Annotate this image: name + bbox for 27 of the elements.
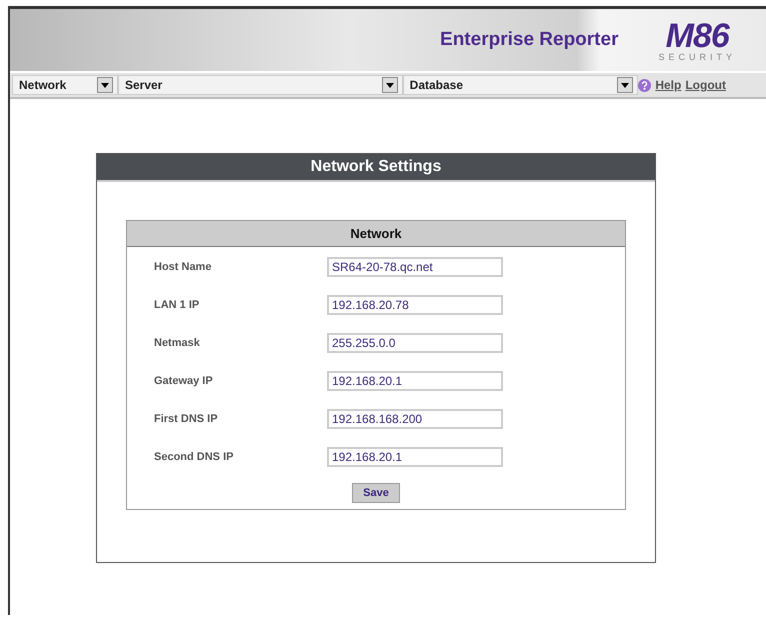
field-label: Host Name — [154, 261, 212, 273]
field-label: LAN 1 IP — [154, 299, 200, 311]
nav-link[interactable]: Help — [655, 78, 682, 92]
input-field[interactable]: 255.255.0.0 — [327, 333, 503, 353]
field-label: Second DNS IP — [154, 451, 234, 463]
field-label: First DNS IP — [154, 413, 219, 425]
input-field[interactable]: 192.168.20.1 — [327, 447, 503, 467]
input-field[interactable]: SR64-20-78.qc.net — [327, 257, 503, 277]
input-field[interactable]: 192.168.20.1 — [327, 371, 503, 391]
menu-select[interactable]: Network — [12, 75, 118, 95]
caret-icon[interactable] — [617, 77, 634, 93]
help-icon — [638, 78, 652, 92]
product-title: Enterprise Reporter — [440, 29, 618, 51]
save-button[interactable]: Save — [352, 483, 400, 503]
input-field[interactable]: 192.168.168.200 — [327, 409, 503, 429]
nav-link[interactable]: Logout — [685, 78, 726, 92]
input-field[interactable]: 192.168.20.78 — [327, 295, 503, 315]
caret-icon[interactable] — [96, 77, 113, 93]
panel-title: Network Settings — [97, 154, 655, 182]
logo-mark: M86 — [666, 18, 729, 52]
menu-select[interactable]: Server — [118, 75, 403, 95]
field-label: Netmask — [154, 337, 201, 349]
menu-select[interactable]: Database — [402, 75, 638, 95]
field-label: Gateway IP — [154, 375, 214, 387]
logo-tagline: SECURITY — [658, 52, 736, 62]
caret-icon[interactable] — [382, 77, 398, 93]
section-header: Network — [127, 221, 625, 247]
